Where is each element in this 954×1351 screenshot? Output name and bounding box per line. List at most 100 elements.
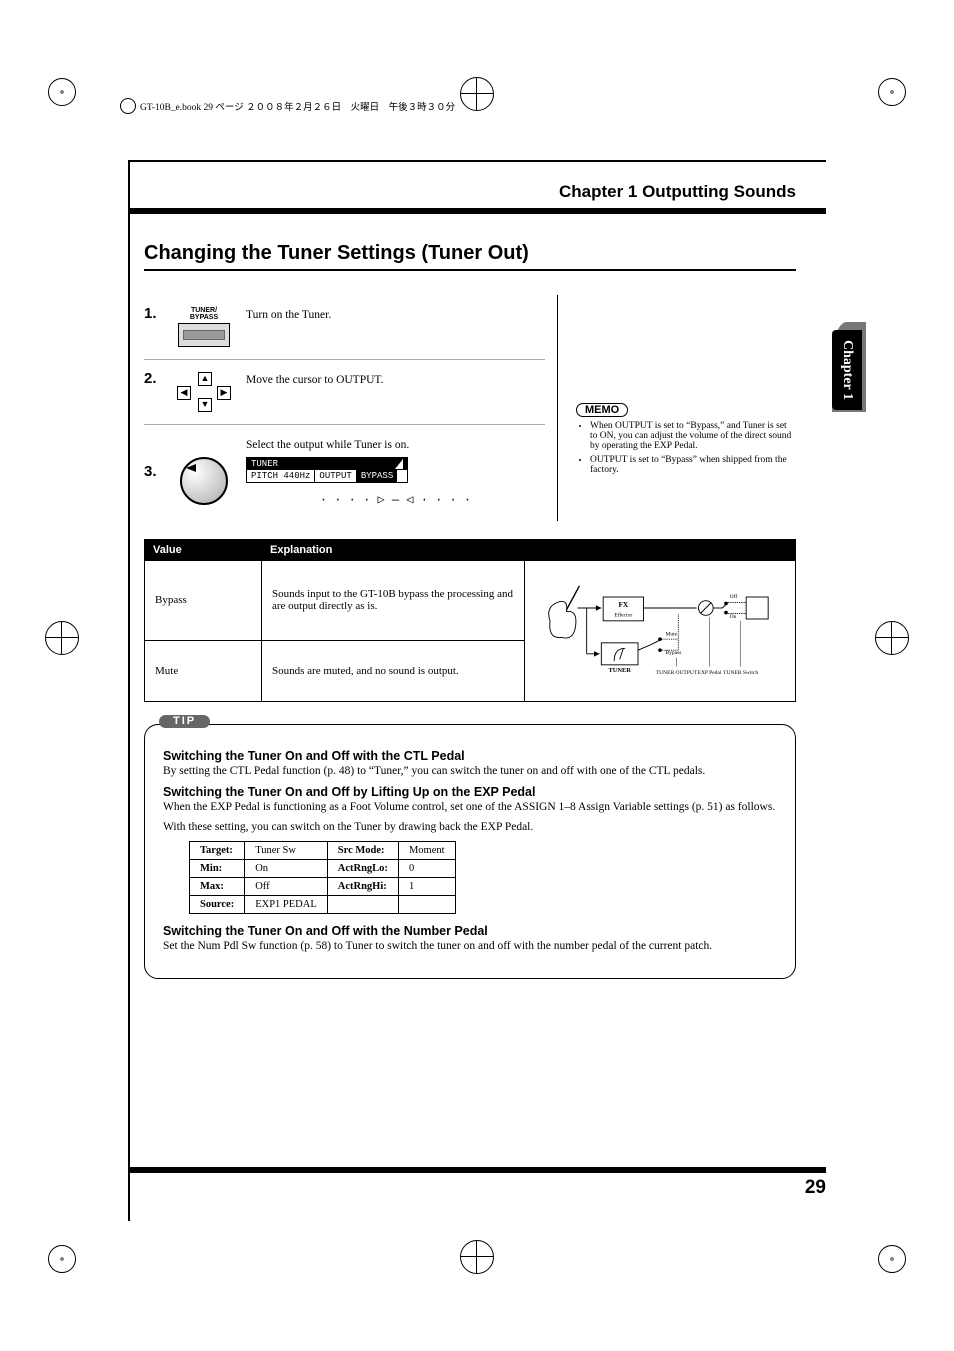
crosshair-icon [44,620,80,656]
cell-explanation: Sounds are muted, and no sound is output… [262,640,525,702]
cell-label: Target: [190,842,245,860]
diagram-exp-pedal-label: EXP Pedal [698,670,722,676]
step-text: Move the cursor to OUTPUT. [246,370,545,386]
registration-mark-icon [878,78,906,106]
value-table: Value Explanation Bypass Sounds input to… [144,539,796,702]
diagram-tuner-label: TUNER [608,667,631,674]
dial-icon [174,457,234,505]
section-rule [144,269,796,271]
memo-label: MEMO [576,403,628,417]
cell-label: Min: [190,860,245,878]
tip-label: TIP [159,715,210,728]
diagram-tuner-output-label: TUNER OUTPUT [656,670,698,676]
crosshair-icon [459,1239,495,1275]
step-item: 1. TUNER/ BYPASS Turn on the Tuner. [144,295,545,360]
section-title: Changing the Tuner Settings (Tuner Out) [144,242,796,265]
cell-label: Max: [190,878,245,896]
cell-value: On [245,860,328,878]
top-meta-text: GT-10B_e.book 29 ページ ２００８年２月２６日 火曜日 午後３時… [140,99,455,113]
tip-heading: Switching the Tuner On and Off with the … [163,749,777,763]
cell-value: 1 [398,878,455,896]
content: Changing the Tuner Settings (Tuner Out) … [130,214,826,979]
cell-explanation: Sounds input to the GT-10B bypass the pr… [262,561,525,641]
cursor-pad-icon: ◀▶ ▲▼ [174,370,234,414]
cell-value: EXP1 PEDAL [245,896,328,914]
table-row: Max: Off ActRngHi: 1 [190,878,456,896]
tip-heading: Switching the Tuner On and Off by Liftin… [163,785,777,799]
assign-table: Target: Tuner Sw Src Mode: Moment Min: O… [189,841,456,914]
step-item: 2. ◀▶ ▲▼ Move the cursor to OUTPUT. [144,360,545,425]
lcd-output-label: OUTPUT [315,470,356,482]
table-header: Explanation [262,540,796,561]
two-columns: 1. TUNER/ BYPASS Turn on the Tuner. 2. [144,295,796,521]
registration-mark-icon [48,78,76,106]
tip-body: Set the Num Pdl Sw function (p. 58) to T… [163,940,777,952]
diagram-off-label: Off [730,593,738,600]
diagram-fx-label: FX [618,600,628,609]
crosshair-icon [874,620,910,656]
cell-label: Source: [190,896,245,914]
tip-body: By setting the CTL Pedal function (p. 48… [163,765,777,777]
lcd-display-icon: TUNER PITCH 440Hz OUTPUT BYPASS [246,457,408,483]
lcd-output-value: BYPASS [357,470,397,482]
cell-label: Src Mode: [327,842,398,860]
signal-flow-diagram: FX Effector [525,561,796,702]
page: GT-10B_e.book 29 ページ ２００８年２月２６日 火曜日 午後３時… [0,0,954,1351]
button-label: TUNER/ BYPASS [190,307,218,321]
button-icon [178,323,230,347]
registration-mark-icon [48,1245,76,1273]
tip-heading: Switching the Tuner On and Off with the … [163,924,777,938]
crosshair-icon [459,76,495,112]
cell-value: Tuner Sw [245,842,328,860]
diagram-effector-label: Effector [614,611,632,618]
table-row: Target: Tuner Sw Src Mode: Moment [190,842,456,860]
chapter-tab: Chapter 1 [832,330,862,410]
content-frame: Chapter 1 Outputting Sounds Changing the… [128,160,826,1221]
cell-label [327,896,398,914]
bottom-rule [128,1167,826,1173]
lcd-title: TUNER [251,459,278,469]
cell-value: 0 [398,860,455,878]
table-header-row: Value Explanation [145,540,796,561]
step-text: Select the output while Tuner is on. TUN… [246,435,545,511]
step-number: 2. [144,370,162,387]
cell-value: Mute [145,640,262,702]
tuner-bar-icon: · · · · ▷ — ◁ · · · · [246,487,545,511]
cell-value: Moment [398,842,455,860]
tuner-bypass-button-icon: TUNER/ BYPASS [174,305,234,349]
top-meta: GT-10B_e.book 29 ページ ２００８年２月２６日 火曜日 午後３時… [120,98,455,114]
step-text: Turn on the Tuner. [246,305,545,321]
tip-box: TIP Switching the Tuner On and Off with … [144,724,796,979]
signal-flow-svg: FX Effector [535,575,785,685]
step-item: 3. Select the output while Tuner is on. … [144,425,545,521]
memo-item: When OUTPUT is set to “Bypass,” and Tune… [590,421,796,451]
step-number: 1. [144,305,162,322]
cell-value: Bypass [145,561,262,641]
diagram-mute-label: Mute [666,632,678,638]
cell-label: ActRngHi: [327,878,398,896]
table-header: Value [145,540,262,561]
registration-mark-icon [878,1245,906,1273]
right-column: MEMO When OUTPUT is set to “Bypass,” and… [566,295,796,521]
table-row: Source: EXP1 PEDAL [190,896,456,914]
table-row: Min: On ActRngLo: 0 [190,860,456,878]
ring-icon [120,98,136,114]
step-number: 3. [144,463,162,480]
page-number: 29 [805,1177,826,1199]
diagram-on-label: On [730,614,737,620]
memo-box: MEMO When OUTPUT is set to “Bypass,” and… [576,403,796,475]
memo-item: OUTPUT is set to “Bypass” when shipped f… [590,455,796,475]
lcd-pitch: PITCH 440Hz [247,470,315,482]
page-title: Chapter 1 Outputting Sounds [130,182,826,202]
table-row: Bypass Sounds input to the GT-10B bypass… [145,561,796,641]
tip-body: When the EXP Pedal is functioning as a F… [163,801,777,813]
step-text-line: Select the output while Tuner is on. [246,439,409,451]
diagram-bypass-label: Bypass [666,650,682,656]
left-column: 1. TUNER/ BYPASS Turn on the Tuner. 2. [144,295,558,521]
cell-value: Off [245,878,328,896]
diagram-tuner-switch-label: TUNER Switch [723,670,758,676]
cell-value [398,896,455,914]
cell-label: ActRngLo: [327,860,398,878]
steps-list: 1. TUNER/ BYPASS Turn on the Tuner. 2. [144,295,545,521]
tip-body: With these setting, you can switch on th… [163,821,777,833]
